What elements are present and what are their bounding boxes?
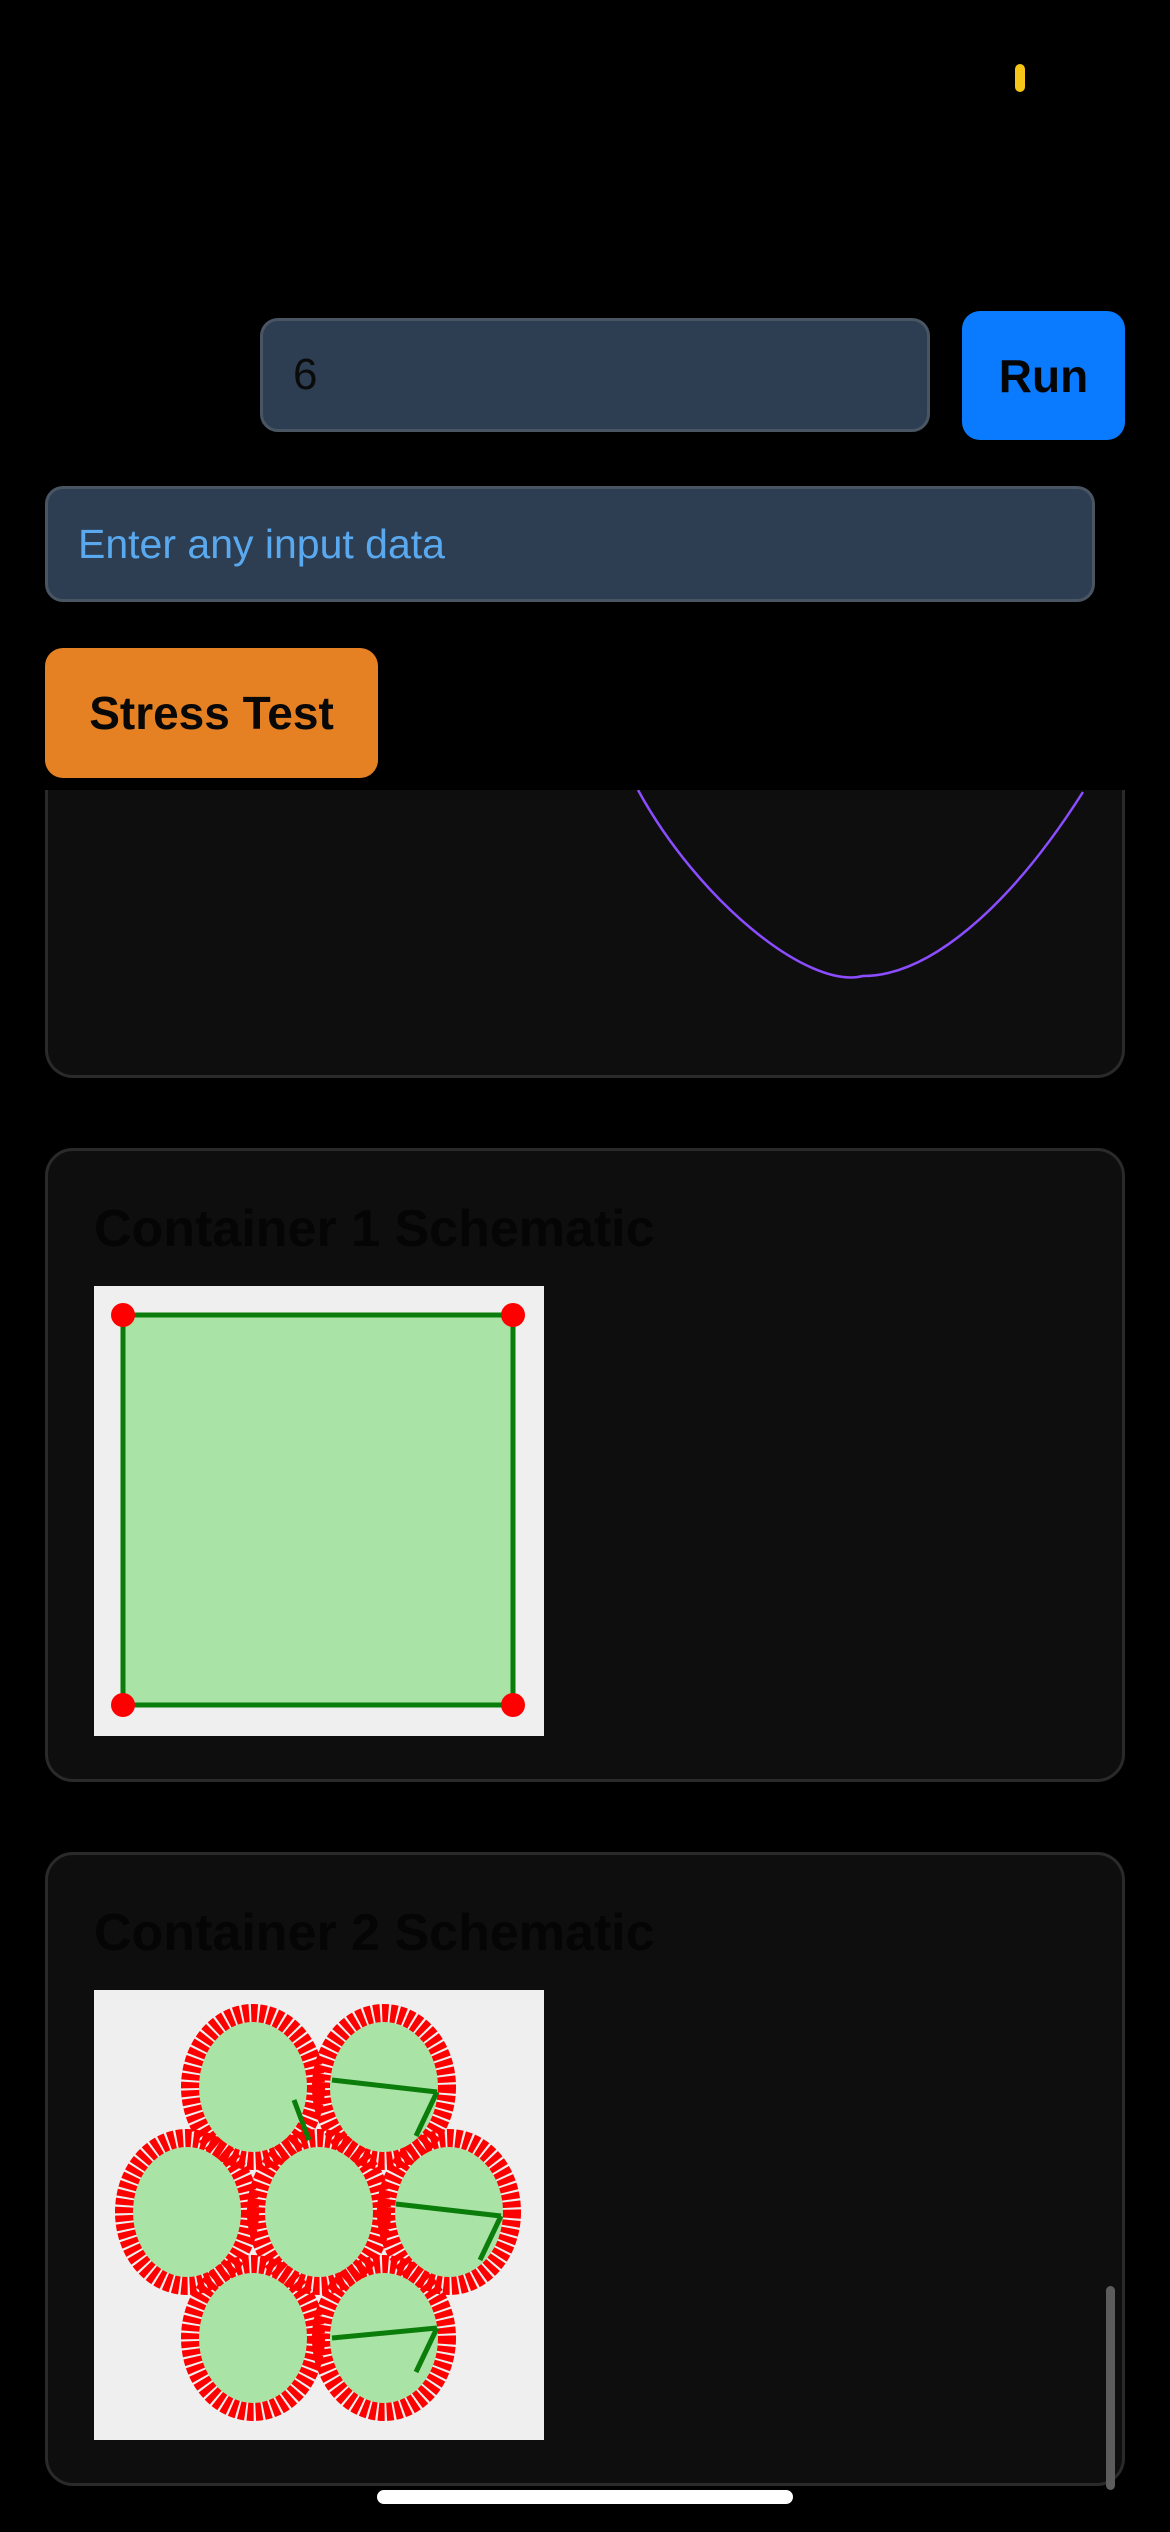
circle-fill [199, 2022, 307, 2152]
circle-fill [265, 2147, 373, 2277]
scrollbar[interactable] [1106, 2286, 1115, 2490]
container-1-schematic [94, 1286, 544, 1736]
container-1-title: Container 1 Schematic [94, 1200, 655, 1258]
number-input[interactable] [260, 318, 930, 432]
vertex-marker [501, 1693, 525, 1717]
circle-fill [133, 2147, 241, 2277]
curve-plot [636, 790, 1085, 979]
stress-test-button[interactable]: Stress Test [45, 648, 378, 778]
data-input[interactable] [45, 486, 1095, 602]
circle-fill [199, 2273, 307, 2403]
plot-curve-line [636, 790, 1085, 979]
home-indicator[interactable] [377, 2490, 793, 2504]
container-1-card: Container 1 Schematic [45, 1148, 1125, 1782]
status-indicator-icon [1015, 64, 1025, 92]
container-2-schematic [94, 1990, 544, 2440]
container-1-shape [120, 1312, 516, 1708]
vertex-marker [111, 1303, 135, 1327]
vertex-marker [111, 1693, 135, 1717]
container-2-card: Container 2 Schematic [45, 1852, 1125, 2486]
plot-card [45, 790, 1125, 1078]
container-2-title: Container 2 Schematic [94, 1904, 655, 1962]
run-button[interactable]: Run [962, 311, 1125, 440]
vertex-marker [501, 1303, 525, 1327]
